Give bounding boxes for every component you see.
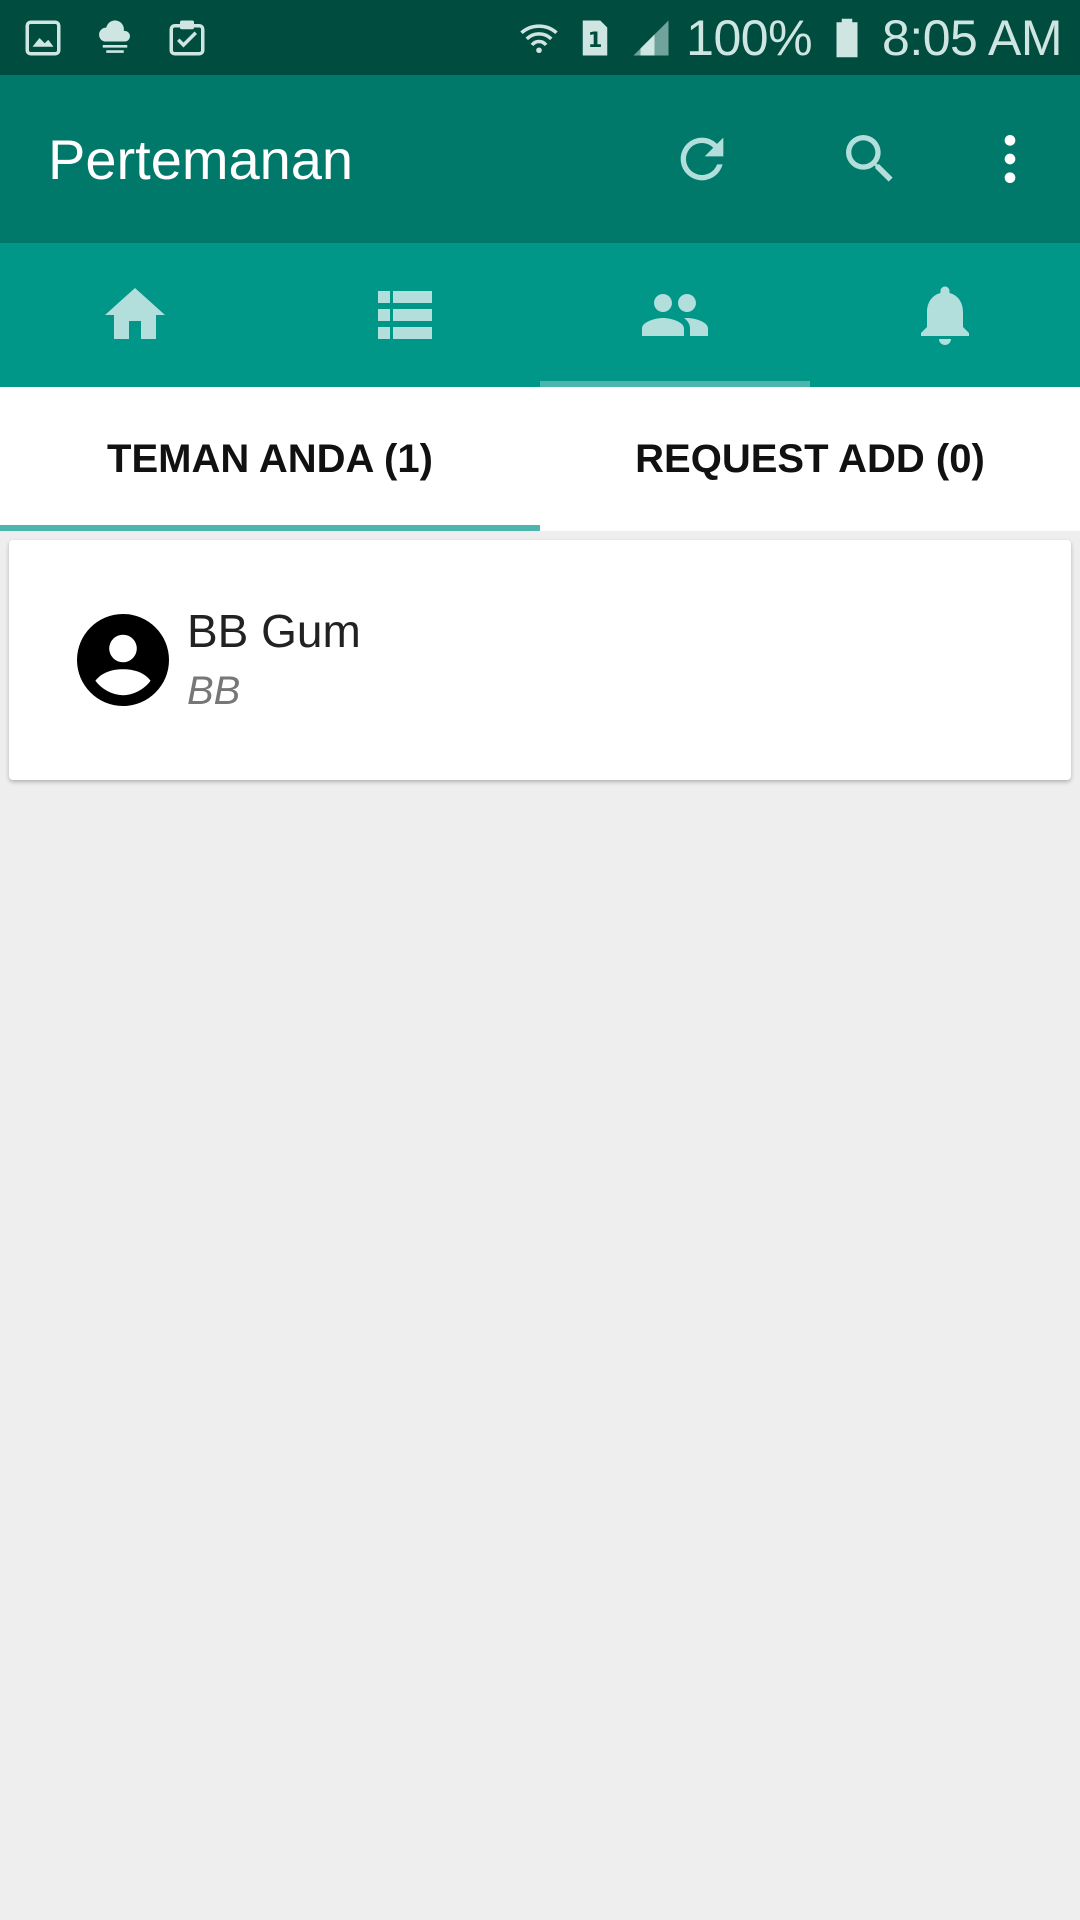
friend-subtitle: BB xyxy=(187,669,241,713)
tab-request-add[interactable]: REQUEST ADD (0) xyxy=(540,387,1080,531)
more-options-button[interactable] xyxy=(954,89,1066,229)
clock: 8:05 AM xyxy=(882,9,1062,66)
friend-list: BB Gum BB xyxy=(9,540,1071,780)
app-toolbar: Pertemanan xyxy=(0,75,1080,243)
battery-percent: 100% xyxy=(686,9,813,66)
status-bar: 1 100% 8:05 AM xyxy=(0,0,1080,75)
account-circle-icon xyxy=(77,614,169,706)
sim-1-icon: 1 xyxy=(574,17,616,59)
friend-name: BB Gum xyxy=(187,605,361,657)
status-left-icons xyxy=(22,17,208,59)
cloud-icon xyxy=(94,17,136,59)
toolbar-actions xyxy=(618,89,1066,229)
tab-friends[interactable] xyxy=(540,243,810,387)
tab-home[interactable] xyxy=(0,243,270,387)
search-button[interactable] xyxy=(786,89,954,229)
main-nav-tabs xyxy=(0,243,1080,387)
search-icon xyxy=(846,135,893,182)
wifi-icon xyxy=(518,17,560,59)
refresh-button[interactable] xyxy=(618,89,786,229)
tab-notifications[interactable] xyxy=(810,243,1080,387)
people-icon xyxy=(642,294,708,336)
status-right-icons: 1 100% 8:05 AM xyxy=(518,9,1062,67)
page-title: Pertemanan xyxy=(48,127,354,191)
home-icon xyxy=(105,288,165,339)
battery-icon xyxy=(826,17,868,59)
more-vert-icon xyxy=(1004,135,1016,183)
avatar xyxy=(77,614,169,706)
svg-text:1: 1 xyxy=(588,27,603,51)
tab-list[interactable] xyxy=(270,243,540,387)
signal-icon xyxy=(630,17,672,59)
friend-card[interactable]: BB Gum BB xyxy=(9,540,1071,780)
refresh-icon xyxy=(680,137,724,181)
bell-icon xyxy=(921,286,969,345)
gallery-icon xyxy=(22,17,64,59)
friends-sub-tabs: TEMAN ANDA (1) REQUEST ADD (0) xyxy=(0,387,1080,531)
tab-your-friends[interactable]: TEMAN ANDA (1) xyxy=(0,387,540,531)
list-icon xyxy=(378,291,432,339)
clipboard-check-icon xyxy=(166,17,208,59)
friend-info: BB Gum BB xyxy=(187,600,361,720)
